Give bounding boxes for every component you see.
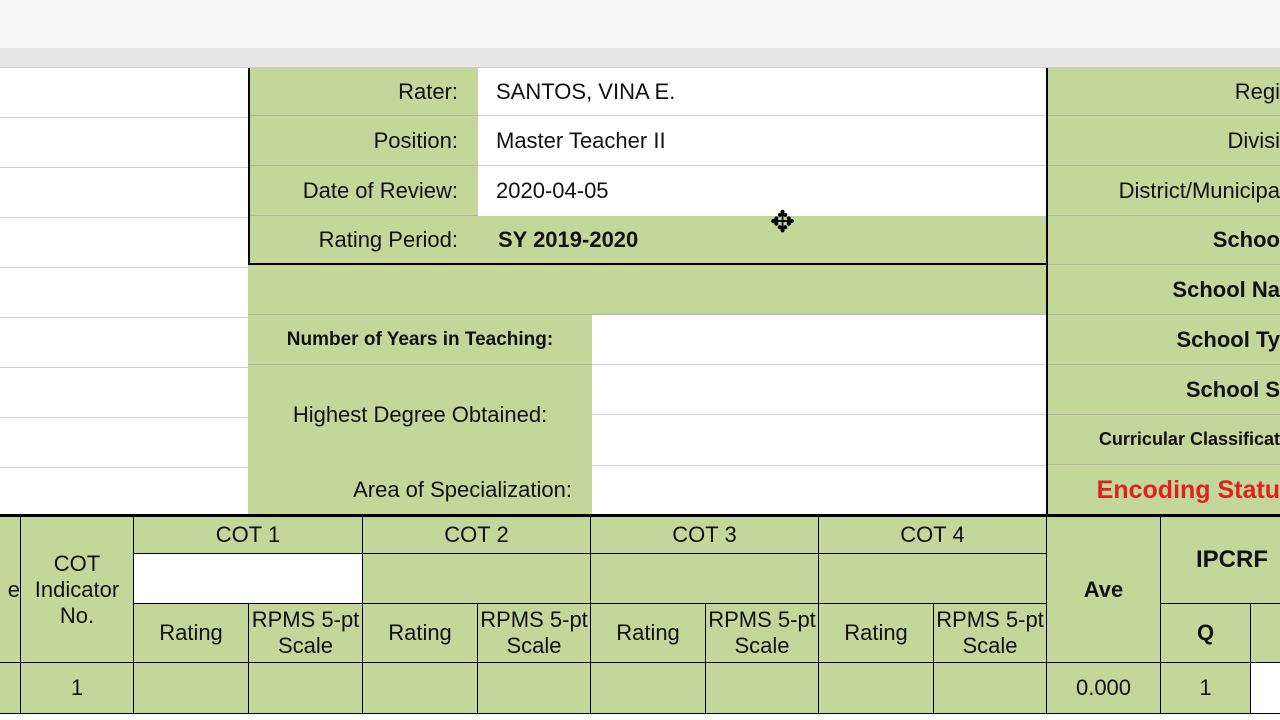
- indicator-header: COT Indicator No.: [20, 516, 134, 663]
- cot4-rpms-header: RPMS 5-pt Scale: [933, 603, 1047, 663]
- cot4-header: COT 4: [818, 516, 1047, 554]
- cot4-rating-cell[interactable]: [818, 662, 934, 714]
- date-label: Date of Review:: [250, 166, 478, 216]
- cot3-rating-cell[interactable]: [590, 662, 706, 714]
- years-field[interactable]: [592, 315, 1046, 365]
- cot4-rpms-cell[interactable]: [933, 662, 1047, 714]
- cot3-input[interactable]: [590, 553, 819, 604]
- ipcrf-col2-header: [1250, 603, 1280, 663]
- cot2-rating-cell[interactable]: [362, 662, 478, 714]
- left-column: [0, 68, 248, 515]
- school-label-district: District/Municipa: [1048, 166, 1280, 216]
- cot1-rating-header: Rating: [133, 603, 249, 663]
- encoding-status: Encoding Statu: [1048, 465, 1280, 515]
- position-field[interactable]: Master Teacher II: [478, 116, 1046, 166]
- ipcrf-header: IPCRF: [1160, 516, 1280, 604]
- rater-label: Rater:: [250, 68, 478, 116]
- move-cursor-icon: ✥: [770, 206, 796, 239]
- cot4-input[interactable]: [818, 553, 1047, 604]
- cot2-rpms-header: RPMS 5-pt Scale: [477, 603, 591, 663]
- cot3-rating-header: Rating: [590, 603, 706, 663]
- cot3-header: COT 3: [590, 516, 819, 554]
- cot1-input[interactable]: [133, 553, 363, 604]
- date-field[interactable]: 2020-04-05: [478, 166, 1046, 216]
- partial-column-header: e: [0, 516, 21, 663]
- ave-cell: 0.000: [1046, 662, 1161, 714]
- cot3-rpms-cell[interactable]: [705, 662, 819, 714]
- row-partial-cell: [0, 662, 21, 714]
- q-cell: 1: [1160, 662, 1251, 714]
- ipcrf-input-cell[interactable]: [1250, 662, 1280, 714]
- column-header-bar: [0, 48, 1280, 68]
- indicator-cell: 1: [20, 662, 134, 714]
- cot2-header: COT 2: [362, 516, 591, 554]
- years-label: Number of Years in Teaching:: [248, 315, 592, 365]
- school-label-division: Divisi: [1048, 116, 1280, 166]
- cot2-rpms-cell[interactable]: [477, 662, 591, 714]
- school-label-curricular: Curricular Classificat: [1048, 415, 1280, 465]
- rater-field[interactable]: SANTOS, VINA E.: [478, 68, 1046, 116]
- cot1-rpms-header: RPMS 5-pt Scale: [248, 603, 363, 663]
- school-label-school: Schoo: [1048, 216, 1280, 265]
- q-header: Q: [1160, 603, 1251, 663]
- cot1-rpms-cell[interactable]: [248, 662, 363, 714]
- period-label: Rating Period:: [250, 216, 478, 263]
- specialization-field[interactable]: [592, 465, 1046, 515]
- cot2-input[interactable]: [362, 553, 591, 604]
- cot1-header: COT 1: [133, 516, 363, 554]
- degree-label: Highest Degree Obtained:: [248, 365, 592, 465]
- degree-field[interactable]: [592, 365, 1046, 465]
- school-label-region: Regi: [1048, 68, 1280, 116]
- top-toolbar: [0, 0, 1280, 48]
- school-label-type: School Ty: [1048, 315, 1280, 365]
- period-field[interactable]: SY 2019-2020: [478, 216, 1046, 263]
- school-label-name: School Na: [1048, 265, 1280, 315]
- blank-row: [248, 265, 1046, 315]
- school-label-size: School S: [1048, 365, 1280, 415]
- cot3-rpms-header: RPMS 5-pt Scale: [705, 603, 819, 663]
- cot1-rating-cell[interactable]: [133, 662, 249, 714]
- ave-header: Ave: [1046, 516, 1161, 663]
- cot4-rating-header: Rating: [818, 603, 934, 663]
- cot2-rating-header: Rating: [362, 603, 478, 663]
- specialization-label: Area of Specialization:: [248, 465, 592, 515]
- position-label: Position:: [250, 116, 478, 166]
